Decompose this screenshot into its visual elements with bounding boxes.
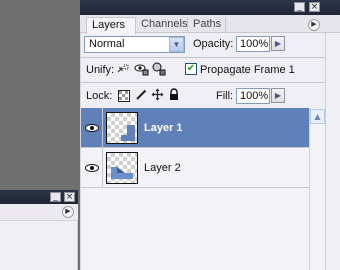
layer-name[interactable]: Layer 1 <box>144 122 183 135</box>
eye-pupil <box>90 126 94 130</box>
layer-name[interactable]: Layer 2 <box>144 162 181 175</box>
eye-icon <box>85 164 99 172</box>
layer-row-layer-1[interactable]: Layer 1 <box>81 108 309 148</box>
left-minimize-button[interactable]: _ <box>50 192 61 202</box>
palette-right-edge <box>325 33 340 270</box>
minimize-button[interactable]: _ <box>294 2 305 12</box>
divider <box>81 82 325 83</box>
left-close-button[interactable]: × <box>64 192 75 202</box>
layer-visibility-toggle[interactable] <box>81 108 103 148</box>
left-panel-menu-icon[interactable]: ▶ <box>62 206 74 218</box>
opacity-input[interactable]: 100% <box>236 36 270 52</box>
tab-layers[interactable]: Layers <box>86 17 136 34</box>
scroll-up-button[interactable]: ▲ <box>310 109 325 124</box>
lock-label: Lock: <box>86 90 113 102</box>
chevron-down-icon[interactable]: ▼ <box>169 37 184 52</box>
blend-mode-value: Normal <box>89 38 125 50</box>
layer-visibility-toggle[interactable] <box>81 148 103 188</box>
tab-channels[interactable]: Channels <box>136 17 188 33</box>
layers-scrollbar[interactable] <box>309 108 325 270</box>
lock-all-icon[interactable] <box>168 88 180 101</box>
propagate-label: Propagate Frame 1 <box>200 64 295 76</box>
lock-position-icon[interactable] <box>151 88 164 101</box>
opacity-label: Opacity: <box>193 38 234 50</box>
tab-paths[interactable]: Paths <box>188 17 226 33</box>
lock-pixels-icon[interactable] <box>135 88 148 101</box>
layer-thumbnail[interactable] <box>106 112 138 144</box>
fill-input[interactable]: 100% <box>236 88 270 104</box>
lock-transparency-icon[interactable] <box>118 89 130 102</box>
layer-thumbnail[interactable] <box>106 152 138 184</box>
eye-icon <box>85 124 99 132</box>
fill-label: Fill: <box>216 90 234 102</box>
unify-position-icon[interactable] <box>116 62 130 76</box>
divider <box>81 57 325 58</box>
close-button[interactable]: × <box>309 2 320 12</box>
propagate-checkbox[interactable]: ✔ <box>185 63 197 75</box>
layer-row-layer-2[interactable]: Layer 2 <box>81 148 309 188</box>
palette-menu-icon[interactable]: ▶ <box>308 19 320 31</box>
unify-label: Unify: <box>86 64 115 76</box>
fill-slider-button[interactable]: ▶ <box>271 88 285 103</box>
unify-visibility-icon[interactable] <box>133 61 149 77</box>
eye-pupil <box>90 166 94 170</box>
unify-style-icon[interactable] <box>151 61 167 77</box>
opacity-slider-button[interactable]: ▶ <box>271 36 285 51</box>
